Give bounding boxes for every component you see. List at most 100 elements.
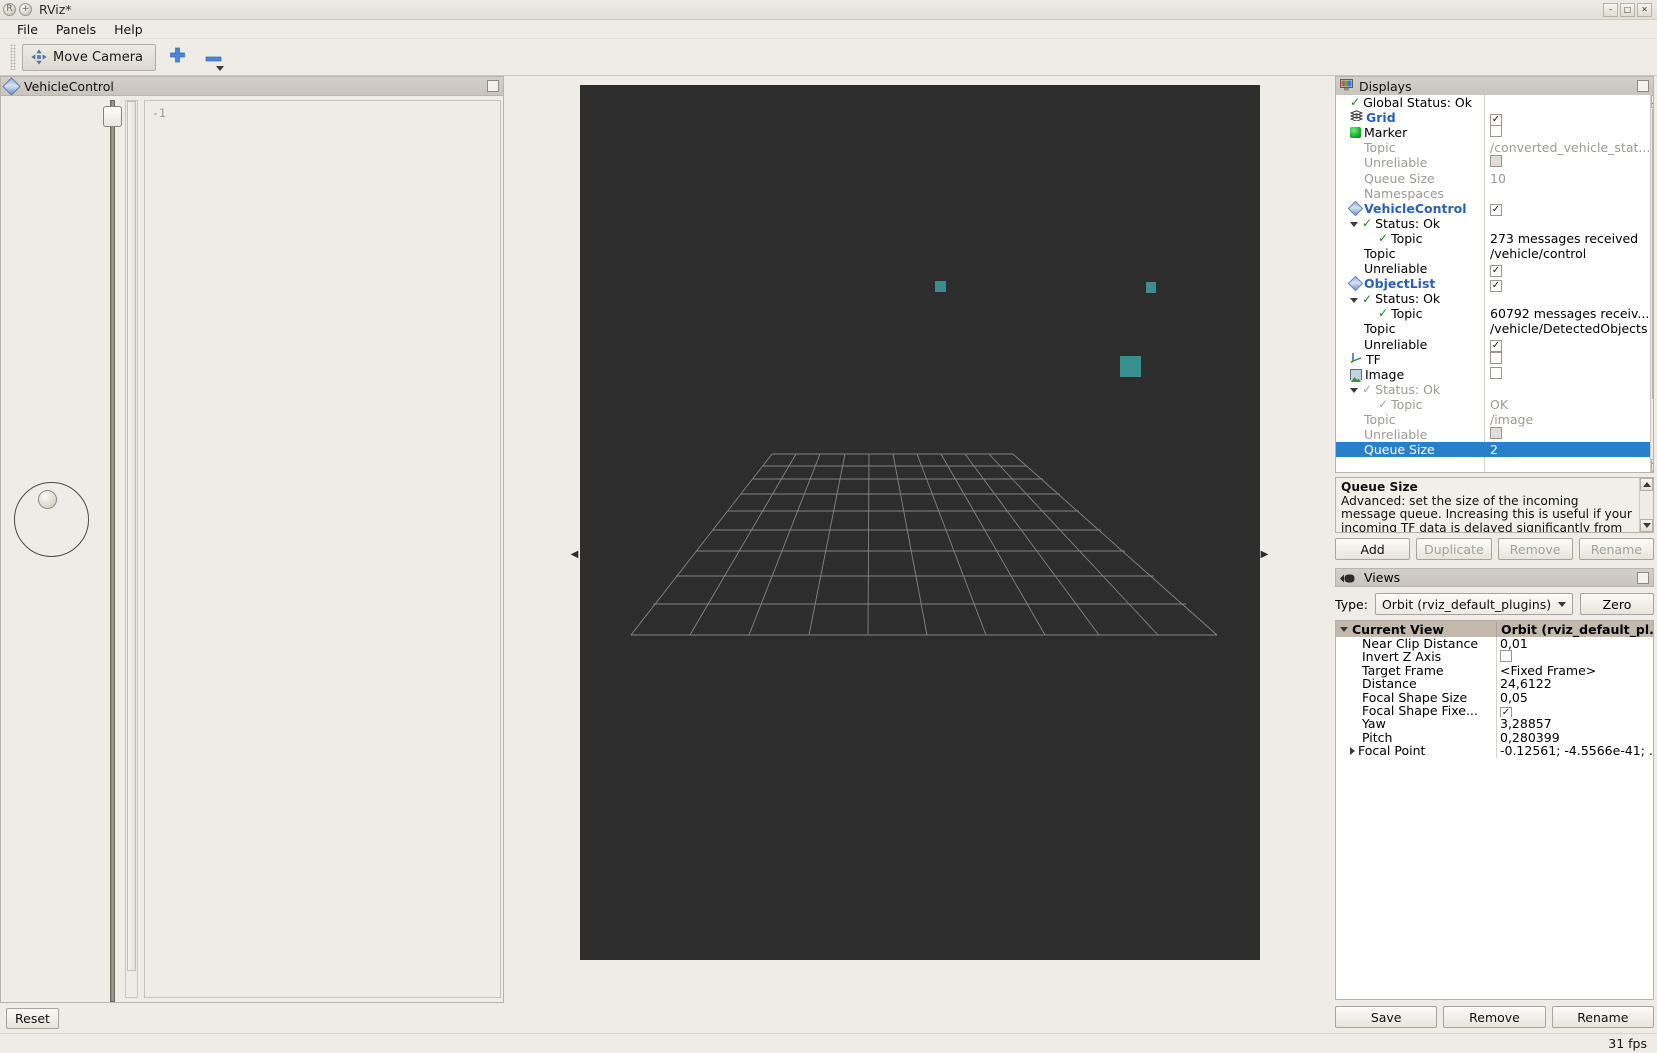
chevron-down-icon[interactable] [216, 65, 225, 71]
remove-tool-button[interactable] [198, 44, 228, 71]
move-camera-button[interactable]: Move Camera [22, 43, 157, 71]
view-row-near-clip-distance[interactable]: Near Clip Distance 0,01 [1336, 637, 1653, 651]
views-undock-button[interactable] [1637, 571, 1649, 584]
displays-scroll-down-button[interactable] [1651, 459, 1653, 472]
value-cell-text[interactable]: 273 messages received [1484, 231, 1650, 246]
display-row-image-status[interactable]: ✓ Status: Ok [1336, 382, 1650, 397]
enable-checkbox[interactable]: ✓ [1490, 204, 1502, 217]
display-row-vehiclecontrol-status[interactable]: ✓ Status: Ok [1336, 216, 1650, 231]
vehiclecontrol-undock-button[interactable] [487, 80, 499, 92]
description-scrollbar[interactable] [1639, 478, 1653, 532]
view-row-value-checkbox[interactable]: ✓ [1496, 704, 1653, 718]
view-row-focal-shape-size[interactable]: Focal Shape Size 0,05 [1336, 690, 1653, 704]
view-row-value-text[interactable]: -0.12561; -4.5566e-41; ... [1496, 744, 1653, 757]
view-row-value-text[interactable]: 24,6122 [1496, 677, 1653, 690]
display-row-image[interactable]: Image [1336, 366, 1650, 382]
menu-panels[interactable]: Panels [47, 21, 105, 38]
toolbar-grip[interactable] [10, 44, 16, 70]
display-row-vehiclecontrol-status-topic[interactable]: ✓ Topic 273 messages received [1336, 231, 1650, 246]
expand-current-view-icon[interactable] [1340, 626, 1348, 632]
display-row-marker-queue-size[interactable]: Queue Size 10 [1336, 170, 1650, 186]
display-row-objectlist-topic[interactable]: Topic/vehicle/DetectedObjects [1336, 321, 1650, 336]
left-collapse-handle[interactable]: ◀ [570, 525, 580, 585]
display-row-image-topic[interactable]: Topic/image [1336, 412, 1650, 427]
menu-help[interactable]: Help [105, 21, 152, 38]
enable-checkbox[interactable] [1490, 366, 1502, 379]
collapse-arrow-icon[interactable] [1350, 297, 1358, 303]
description-scroll-down-button[interactable] [1640, 519, 1653, 532]
menu-file[interactable]: File [8, 21, 47, 38]
add-tool-button[interactable] [162, 44, 192, 71]
display-row-marker-unreliable[interactable]: Unreliable [1336, 155, 1650, 170]
zero-view-button[interactable]: Zero [1580, 593, 1654, 615]
display-row-grid[interactable]: Grid ✓ [1336, 110, 1650, 126]
value-cell-text[interactable]: 2 [1484, 442, 1650, 457]
display-row-marker[interactable]: Marker [1336, 125, 1650, 140]
view-row-focal-shape-fixed[interactable]: Focal Shape Fixe... ✓ [1336, 704, 1653, 717]
display-row-image-status-topic[interactable]: ✓ Topic OK [1336, 397, 1650, 412]
throttle-slider-handle[interactable] [103, 106, 122, 127]
view-row-value-checkbox[interactable] [1496, 650, 1653, 663]
vehiclecontrol-scrollbar-thumb[interactable] [127, 101, 136, 971]
value-cell-text[interactable]: /image [1484, 412, 1650, 427]
add-display-button[interactable]: Add [1335, 538, 1411, 560]
right-collapse-handle[interactable]: ▶ [1260, 525, 1270, 585]
steering-dial[interactable] [14, 482, 89, 557]
view-row-value-text[interactable]: 0,01 [1496, 637, 1653, 650]
remove-display-button[interactable]: Remove [1497, 538, 1573, 560]
throttle-slider[interactable] [101, 100, 123, 1002]
view-row-yaw[interactable]: Yaw 3,28857 [1336, 717, 1653, 731]
expand-focal-point-icon[interactable] [1350, 746, 1355, 755]
minimize-button[interactable]: – [1603, 2, 1618, 17]
view-row-pitch[interactable]: Pitch 0,280399 [1336, 730, 1653, 744]
display-row-objectlist-status-topic[interactable]: ✓ Topic 60792 messages receiv... [1336, 306, 1650, 321]
display-row-marker-namespaces[interactable]: Namespaces [1336, 186, 1650, 201]
display-row-objectlist-status[interactable]: ✓ Status: Ok [1336, 291, 1650, 306]
view-row-value-text[interactable]: 3,28857 [1496, 717, 1653, 730]
value-cell-text[interactable]: 10 [1484, 171, 1650, 186]
display-row-vehiclecontrol-unreliable[interactable]: Unreliable ✓ [1336, 261, 1650, 277]
view-row-value-text[interactable]: 0,05 [1496, 691, 1653, 704]
view-checkbox[interactable] [1500, 650, 1512, 663]
display-row-image-queue-size[interactable]: Queue Size 2 [1336, 442, 1651, 458]
display-row-global-status[interactable]: ✓ Global Status: Ok [1336, 95, 1650, 110]
displays-undock-button[interactable] [1637, 80, 1649, 92]
description-scroll-up-button[interactable] [1640, 478, 1653, 491]
view-row-invert-z-axis[interactable]: Invert Z Axis [1336, 650, 1653, 664]
value-cell-text[interactable]: /vehicle/DetectedObjects [1484, 321, 1650, 336]
display-row-vehiclecontrol-topic[interactable]: Topic/vehicle/control [1336, 246, 1650, 261]
views-tree[interactable]: Current View Orbit (rviz_default_pl... N… [1335, 620, 1654, 1000]
enable-checkbox[interactable] [1490, 351, 1502, 364]
value-cell-text[interactable]: /vehicle/control [1484, 246, 1650, 261]
value-cell-text[interactable]: /converted_vehicle_stat... [1484, 140, 1650, 155]
vehiclecontrol-text-area[interactable]: -1 [144, 100, 501, 998]
enable-checkbox[interactable] [1490, 125, 1502, 138]
display-row-image-unreliable[interactable]: Unreliable [1336, 427, 1650, 442]
view-type-select[interactable]: Orbit (rviz_default_plugins) [1374, 593, 1573, 615]
vehiclecontrol-scrollbar[interactable] [125, 100, 138, 998]
display-row-vehiclecontrol[interactable]: VehicleControl ✓ [1336, 200, 1650, 217]
close-button[interactable]: ✕ [1637, 2, 1652, 17]
display-row-tf[interactable]: TF [1336, 351, 1650, 367]
view-row-distance[interactable]: Distance 24,6122 [1336, 677, 1653, 691]
view-row-focal-point[interactable]: Focal Point -0.12561; -4.5566e-41; ... [1336, 744, 1653, 758]
displays-tree[interactable]: ✓ Global Status: Ok Grid ✓ Marker Topic/conve… [1335, 95, 1654, 473]
save-view-button[interactable]: Save [1335, 1006, 1438, 1028]
displays-scrollbar-thumb[interactable] [1652, 109, 1653, 399]
rename-display-button[interactable]: Rename [1578, 538, 1654, 560]
displays-scroll-up-button[interactable] [1651, 95, 1653, 108]
value-cell-text[interactable]: 60792 messages receiv... [1484, 306, 1650, 321]
view-row-value-text[interactable]: 0,280399 [1496, 731, 1653, 744]
remove-view-button[interactable]: Remove [1443, 1006, 1546, 1028]
value-cell-text[interactable]: OK [1484, 397, 1650, 412]
3d-render-view[interactable] [579, 85, 1260, 960]
display-row-objectlist-unreliable[interactable]: Unreliable ✓ [1336, 337, 1650, 353]
enable-checkbox[interactable]: ✓ [1490, 340, 1502, 353]
enable-checkbox[interactable]: ✓ [1490, 279, 1502, 292]
enable-checkbox[interactable]: ✓ [1490, 113, 1502, 126]
duplicate-display-button[interactable]: Duplicate [1416, 538, 1492, 560]
collapse-arrow-icon[interactable] [1350, 222, 1358, 228]
views-column-splitter[interactable] [1496, 637, 1497, 758]
display-row-marker-topic[interactable]: Topic/converted_vehicle_stat... [1336, 140, 1650, 155]
display-row-objectlist[interactable]: ObjectList ✓ [1336, 276, 1650, 292]
